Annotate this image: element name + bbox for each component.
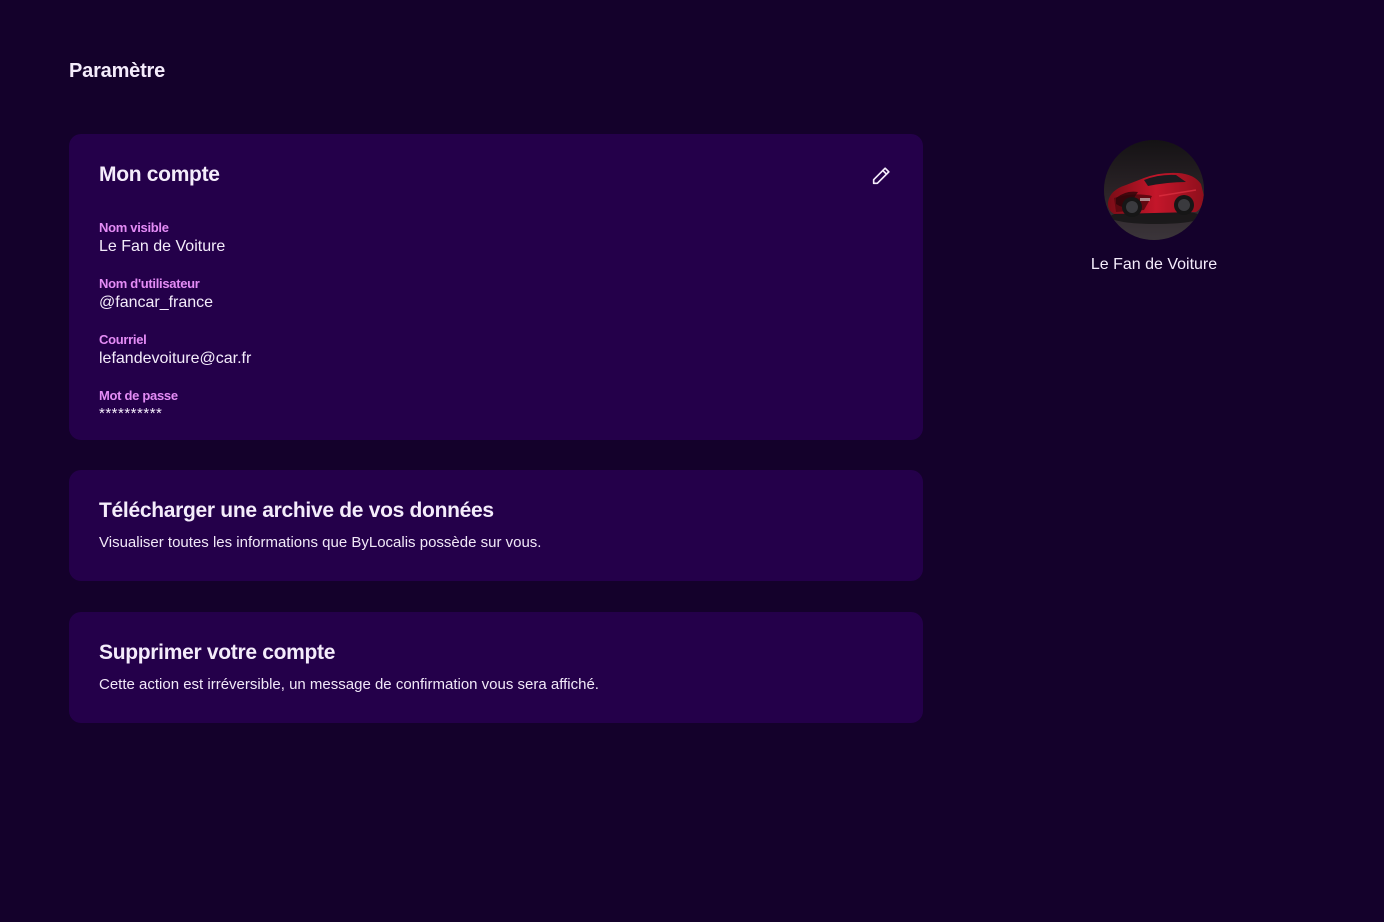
edit-account-button[interactable] (867, 162, 895, 190)
username-value: @fancar_france (99, 294, 214, 311)
pencil-icon (872, 167, 890, 185)
display-name-field: Nom visible Le Fan de Voiture (99, 220, 225, 256)
display-name-value: Le Fan de Voiture (99, 238, 226, 255)
delete-account-card[interactable]: Supprimer votre compte Cette action est … (69, 612, 923, 723)
password-field: Mot de passe ********** (99, 388, 178, 422)
username-label: Nom d'utilisateur (99, 276, 200, 291)
profile-name: Le Fan de Voiture (1090, 256, 1218, 273)
password-label: Mot de passe (99, 388, 178, 403)
delete-account-description: Cette action est irréversible, un messag… (99, 676, 599, 693)
avatar[interactable] (1104, 140, 1204, 240)
red-car-avatar-image (1104, 140, 1204, 240)
account-card: Mon compte Nom visible Le Fan de Voiture… (69, 134, 923, 440)
download-archive-card[interactable]: Télécharger une archive de vos données V… (69, 470, 923, 581)
delete-account-title: Supprimer votre compte (99, 641, 336, 664)
password-value: ********** (99, 405, 163, 422)
account-card-title: Mon compte (99, 163, 220, 186)
download-archive-title: Télécharger une archive de vos données (99, 499, 494, 522)
email-value: lefandevoiture@car.fr (99, 350, 252, 367)
page-title: Paramètre (69, 60, 166, 82)
email-field: Courriel lefandevoiture@car.fr (99, 332, 251, 368)
email-label: Courriel (99, 332, 147, 347)
profile-summary: Le Fan de Voiture (1054, 140, 1254, 274)
username-field: Nom d'utilisateur @fancar_france (99, 276, 213, 312)
display-name-label: Nom visible (99, 220, 169, 235)
download-archive-description: Visualiser toutes les informations que B… (99, 534, 542, 551)
